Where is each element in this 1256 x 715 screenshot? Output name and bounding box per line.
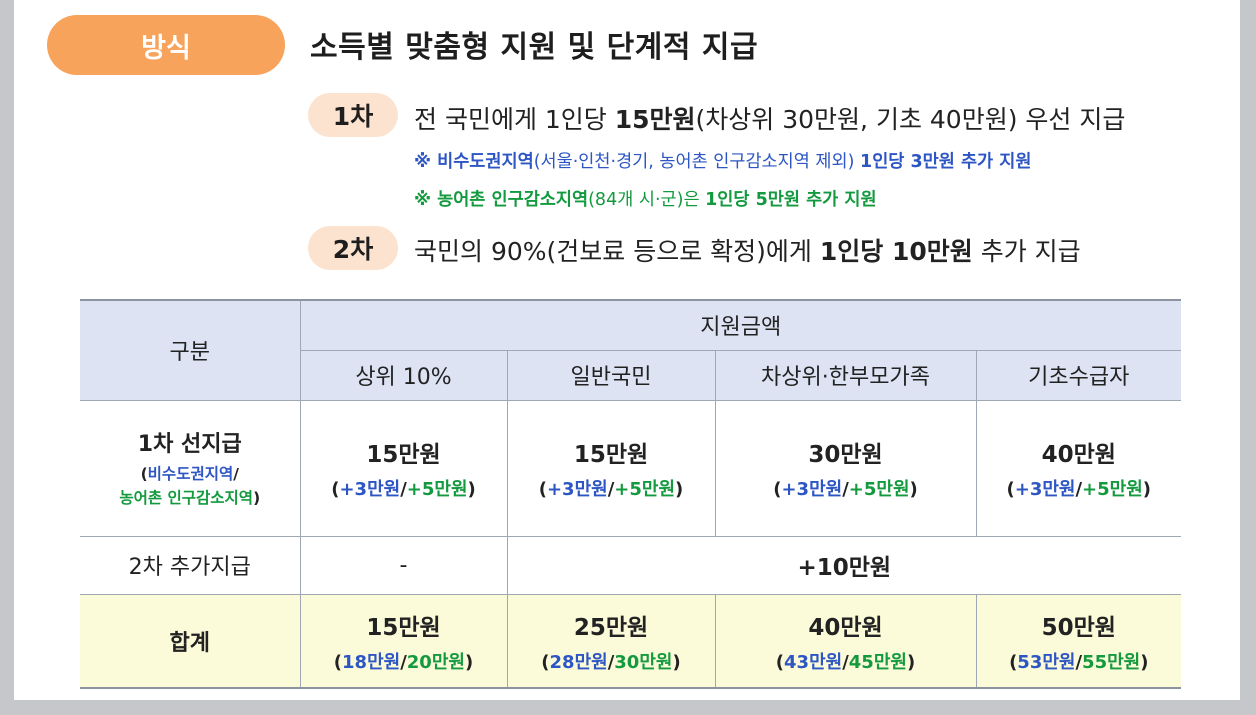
row3-cell-nearpoor: 40만원 (43만원/45만원) — [714, 593, 977, 689]
cell-main-value: 40만원 — [808, 614, 883, 641]
cell-sub-b: 30만원 — [614, 651, 673, 673]
cell-sub-a: +3만원 — [1014, 479, 1076, 500]
cell-sub-a: 53만원 — [1017, 651, 1076, 673]
cell-sub-b: 55만원 — [1082, 651, 1141, 673]
step1-badge-label: 1차 — [332, 102, 374, 131]
header-support-amount: 지원금액 — [299, 299, 1182, 351]
step2-text: 국민의 90%(건보료 등으로 확정)에게 1인당 10만원 추가 지급 — [414, 232, 1081, 268]
cell-sub-values: (18만원/20만원) — [333, 651, 474, 673]
row2-label: 2차 추가지급 — [80, 535, 301, 595]
cell-sub-b: +5만원 — [1082, 479, 1143, 500]
cell-sub-a: 28만원 — [549, 651, 608, 673]
row1-sub-green: 농어촌 인구감소지역 — [119, 489, 254, 507]
cell-main-value: 25만원 — [573, 614, 649, 641]
cell-sub-b: +5만원 — [406, 479, 468, 500]
cell-sub-a: +3만원 — [339, 479, 401, 500]
cell-sub-values: (+3만원/+5만원) — [538, 479, 684, 500]
note1-plain: (서울·인천·경기, 농어촌 인구감소지역 제외) — [533, 152, 861, 172]
step1-text-pre: 전 국민에게 1인당 — [414, 105, 615, 134]
row3-cell-general: 25만원 (28만원/30만원) — [506, 593, 716, 689]
cell-main-value: 30만원 — [808, 442, 883, 468]
step2-text-pre: 국민의 90%(건보료 등으로 확정)에게 — [414, 237, 820, 266]
step1-note-noncapital: ※ 비수도권지역(서울·인천·경기, 농어촌 인구감소지역 제외) 1인당 3만… — [414, 148, 1031, 173]
row1-cell-top10: 15만원 (+3만원/+5만원) — [299, 399, 508, 537]
header-category: 구분 — [80, 299, 301, 401]
cell-sub-values: (+3만원/+5만원) — [331, 479, 476, 500]
cell-sub-b: +5만원 — [614, 479, 676, 500]
row1-sub-line2: 농어촌 인구감소지역) — [80, 486, 300, 510]
cell-sub-values: (+3만원/+5만원) — [773, 479, 918, 500]
note1-tail: 1인당 3만원 추가 지원 — [860, 152, 1032, 172]
row3-label: 합계 — [169, 630, 210, 656]
row1-sub-line1: (비수도권지역/ — [80, 462, 300, 486]
row1-cell-basic: 40만원 (+3만원/+5만원) — [975, 399, 1182, 537]
cell-main-value: 50만원 — [1041, 614, 1116, 641]
cell-sub-a: 43만원 — [784, 651, 843, 673]
step1-text: 전 국민에게 1인당 15만원(차상위 30만원, 기초 40만원) 우선 지급 — [414, 100, 1125, 136]
cell-sub-b: +5만원 — [848, 479, 910, 500]
step1-note-rural: ※ 농어촌 인구감소지역(84개 시·군)은 1인당 5만원 추가 지원 — [414, 186, 877, 211]
cell-main-value: 40만원 — [1041, 442, 1116, 468]
note1-bold: ※ 비수도권지역 — [414, 152, 534, 172]
cell-sub-b: 45만원 — [848, 651, 907, 673]
row1-sub-slash: / — [233, 465, 239, 483]
header-nearpoor-singleparent: 차상위·한부모가족 — [714, 349, 977, 401]
row1-sub-close: ) — [253, 489, 261, 507]
page-title: 소득별 맞춤형 지원 및 단계적 지급 — [310, 30, 759, 65]
cell-sub-b: 20만원 — [406, 651, 465, 673]
cell-sub-values: (43만원/45만원) — [775, 651, 916, 673]
step2-text-post: 추가 지급 — [972, 237, 1081, 266]
header-general: 일반국민 — [506, 349, 716, 401]
cell-sub-values: (+3만원/+5만원) — [1006, 479, 1152, 500]
method-badge: 방식 — [47, 15, 285, 75]
cell-sub-values: (28만원/30만원) — [541, 651, 681, 673]
step1-text-post: (차상위 30만원, 기초 40만원) 우선 지급 — [695, 105, 1126, 134]
header-basic-recipient: 기초수급자 — [975, 349, 1182, 401]
row3-cell-top10: 15만원 (18만원/20만원) — [299, 593, 508, 689]
cell-sub-values: (53만원/55만원) — [1009, 651, 1149, 673]
cell-main-value: 15만원 — [366, 442, 441, 468]
cell-sub-a: +3만원 — [781, 479, 843, 500]
row1-label: 1차 선지급 — [137, 432, 242, 457]
row2-cell-additional: +10만원 — [506, 535, 1182, 595]
row3-cell-basic: 50만원 (53만원/55만원) — [975, 593, 1182, 689]
cell-main-value: 15만원 — [366, 614, 441, 641]
table-row: 2차 추가지급 - +10만원 — [80, 535, 1182, 595]
step2-badge-label: 2차 — [332, 235, 374, 264]
step2-text-bold: 1인당 10만원 — [819, 237, 973, 266]
method-badge-label: 방식 — [141, 32, 191, 64]
support-amount-table: 구분 지원금액 상위 10% 일반국민 차상위·한부모가족 기초수급자 1차 선… — [80, 299, 1182, 689]
header-top10: 상위 10% — [300, 349, 508, 401]
row1-sub-open: ( — [140, 465, 148, 483]
note2-tail: 1인당 5만원 추가 지원 — [705, 190, 877, 210]
step1-text-bold: 15만원 — [614, 105, 696, 134]
row3-label-cell: 합계 — [80, 593, 301, 689]
note2-plain: (84개 시·군)은 — [588, 190, 706, 210]
table-row: 합계 15만원 (18만원/20만원) 25만원 (28만원/30만원) 40만… — [80, 593, 1182, 689]
cell-main-value: 15만원 — [573, 442, 649, 468]
step2-badge: 2차 — [308, 226, 398, 270]
row1-sub-blue: 비수도권지역 — [147, 465, 234, 483]
step1-badge: 1차 — [308, 93, 398, 137]
row1-cell-general: 15만원 (+3만원/+5만원) — [506, 399, 716, 537]
note2-bold: ※ 농어촌 인구감소지역 — [414, 190, 589, 210]
row1-label-cell: 1차 선지급 (비수도권지역/ 농어촌 인구감소지역) — [80, 399, 301, 537]
row1-cell-nearpoor: 30만원 (+3만원/+5만원) — [714, 399, 977, 537]
row2-cell-top10: - — [299, 535, 508, 595]
cell-sub-a: +3만원 — [546, 479, 608, 500]
table-row: 1차 선지급 (비수도권지역/ 농어촌 인구감소지역) 15만원 (+3만원/+… — [80, 399, 1182, 537]
cell-sub-a: 18만원 — [342, 651, 401, 673]
